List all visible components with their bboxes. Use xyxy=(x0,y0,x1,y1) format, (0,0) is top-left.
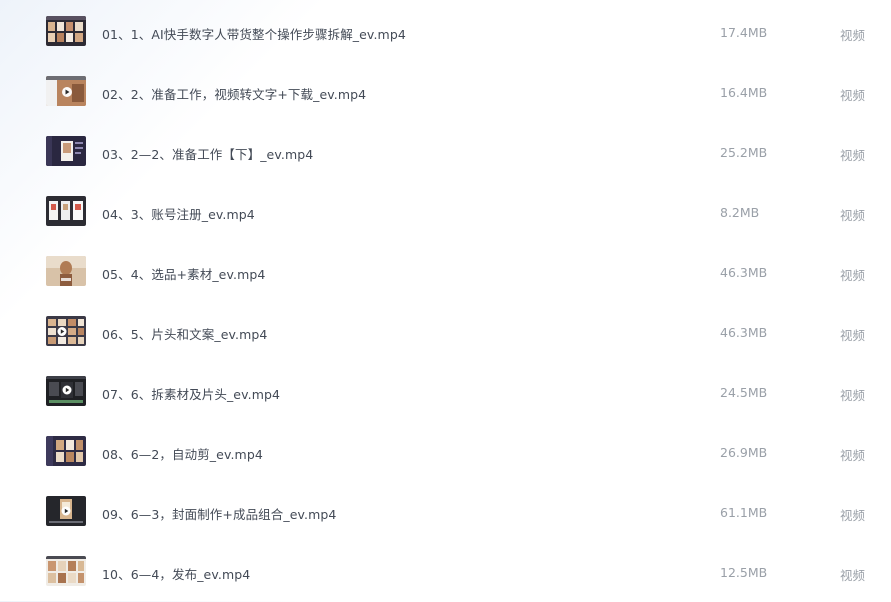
video-thumbnail-graphic xyxy=(46,376,86,406)
video-thumbnail-graphic xyxy=(46,256,86,286)
file-row[interactable]: 09、6—3，封面制作+成品组合_ev.mp4 61.1MB 视频 xyxy=(0,482,891,542)
video-thumbnail-graphic xyxy=(46,76,86,106)
video-thumbnail-icon[interactable] xyxy=(46,376,86,406)
file-name[interactable]: 02、2、准备工作，视频转文字+下载_ev.mp4 xyxy=(102,84,366,103)
file-type: 视频 xyxy=(840,508,866,523)
file-row[interactable]: 06、5、片头和文案_ev.mp4 46.3MB 视频 xyxy=(0,302,891,362)
video-thumbnail-graphic xyxy=(46,136,86,166)
file-type: 视频 xyxy=(840,448,866,463)
video-thumbnail-graphic xyxy=(46,196,86,226)
file-row[interactable]: 03、2—2、准备工作【下】_ev.mp4 25.2MB 视频 xyxy=(0,122,891,182)
file-type: 视频 xyxy=(840,568,866,583)
file-list: 01、1、AI快手数字人带货整个操作步骤拆解_ev.mp4 17.4MB 视频 … xyxy=(0,0,891,601)
file-type: 视频 xyxy=(840,328,866,343)
file-name[interactable]: 06、5、片头和文案_ev.mp4 xyxy=(102,324,267,343)
file-size: 8.2MB xyxy=(720,205,760,220)
file-type: 视频 xyxy=(840,88,866,103)
file-size: 61.1MB xyxy=(720,505,768,520)
file-size: 46.3MB xyxy=(720,265,768,280)
file-name[interactable]: 05、4、选品+素材_ev.mp4 xyxy=(102,264,265,283)
video-thumbnail-icon[interactable] xyxy=(46,556,86,586)
video-thumbnail-icon[interactable] xyxy=(46,136,86,166)
video-thumbnail-graphic xyxy=(46,496,86,526)
file-row[interactable]: 08、6—2，自动剪_ev.mp4 26.9MB 视频 xyxy=(0,422,891,482)
file-row[interactable]: 04、3、账号注册_ev.mp4 8.2MB 视频 xyxy=(0,182,891,242)
file-type: 视频 xyxy=(840,28,866,43)
file-type: 视频 xyxy=(840,148,866,163)
file-row[interactable]: 01、1、AI快手数字人带货整个操作步骤拆解_ev.mp4 17.4MB 视频 xyxy=(0,2,891,62)
file-size: 25.2MB xyxy=(720,145,768,160)
video-thumbnail-icon[interactable] xyxy=(46,76,86,106)
file-name[interactable]: 03、2—2、准备工作【下】_ev.mp4 xyxy=(102,144,313,163)
video-thumbnail-icon[interactable] xyxy=(46,436,86,466)
video-thumbnail-graphic xyxy=(46,556,86,586)
file-row[interactable]: 02、2、准备工作，视频转文字+下载_ev.mp4 16.4MB 视频 xyxy=(0,62,891,122)
file-name[interactable]: 04、3、账号注册_ev.mp4 xyxy=(102,204,255,223)
video-thumbnail-icon[interactable] xyxy=(46,496,86,526)
video-thumbnail-graphic xyxy=(46,316,86,346)
video-thumbnail-icon[interactable] xyxy=(46,316,86,346)
video-thumbnail-icon[interactable] xyxy=(46,196,86,226)
file-size: 12.5MB xyxy=(720,565,768,580)
file-type: 视频 xyxy=(840,268,866,283)
file-size: 46.3MB xyxy=(720,325,768,340)
video-thumbnail-graphic xyxy=(46,436,86,466)
file-row[interactable]: 10、6—4，发布_ev.mp4 12.5MB 视频 xyxy=(0,542,891,602)
video-thumbnail-icon[interactable] xyxy=(46,16,86,46)
file-size: 17.4MB xyxy=(720,25,768,40)
file-size: 16.4MB xyxy=(720,85,768,100)
file-row[interactable]: 05、4、选品+素材_ev.mp4 46.3MB 视频 xyxy=(0,242,891,302)
file-type: 视频 xyxy=(840,208,866,223)
file-row[interactable]: 07、6、拆素材及片头_ev.mp4 24.5MB 视频 xyxy=(0,362,891,422)
file-name[interactable]: 09、6—3，封面制作+成品组合_ev.mp4 xyxy=(102,504,337,523)
file-name[interactable]: 01、1、AI快手数字人带货整个操作步骤拆解_ev.mp4 xyxy=(102,24,406,43)
file-name[interactable]: 07、6、拆素材及片头_ev.mp4 xyxy=(102,384,280,403)
video-thumbnail-icon[interactable] xyxy=(46,256,86,286)
file-type: 视频 xyxy=(840,388,866,403)
file-name[interactable]: 08、6—2，自动剪_ev.mp4 xyxy=(102,444,263,463)
file-size: 24.5MB xyxy=(720,385,768,400)
file-name[interactable]: 10、6—4，发布_ev.mp4 xyxy=(102,564,250,583)
video-thumbnail-graphic xyxy=(46,16,86,46)
file-size: 26.9MB xyxy=(720,445,768,460)
